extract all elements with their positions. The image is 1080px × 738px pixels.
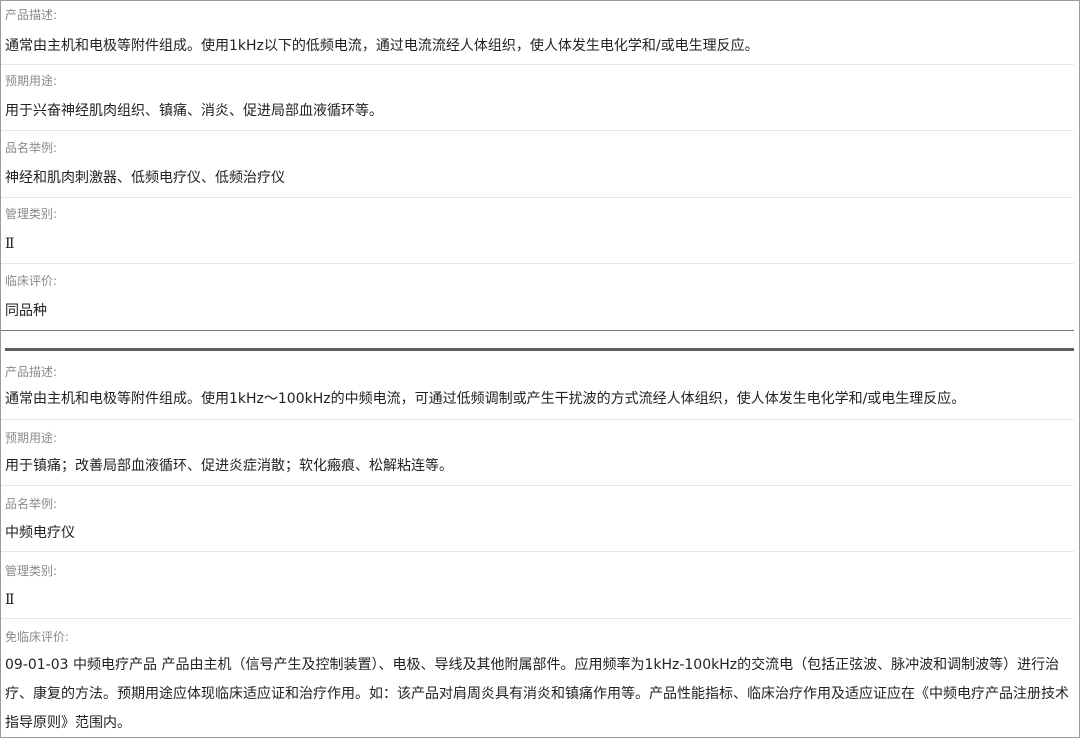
examples-label: 品名举例:	[5, 141, 58, 155]
examples-value: 中频电疗仪	[5, 525, 75, 541]
row-clinical-evaluation: 临床评价: 同品种	[1, 273, 1074, 331]
description-value: 通常由主机和电极等附件组成。使用1kHz～100kHz的中频电流，可通过低频调制…	[5, 391, 966, 407]
row-intended-use: 预期用途: 用于镇痛；改善局部血液循环、促进炎症消散；软化瘢痕、松解粘连等。	[1, 430, 1074, 486]
clinical-label: 临床评价:	[5, 274, 58, 288]
row-exempt-clinical-evaluation: 免临床评价: 09-01-03 中频电疗产品 产品由主机（信号产生及控制装置）、…	[1, 629, 1074, 737]
intended-use-value: 用于镇痛；改善局部血液循环、促进炎症消散；软化瘢痕、松解粘连等。	[5, 458, 453, 474]
class-value: Ⅱ	[5, 236, 15, 252]
examples-label: 品名举例:	[5, 497, 58, 511]
row-description: 产品描述: 通常由主机和电极等附件组成。使用1kHz以下的低频电流，通过电流流经…	[1, 7, 1074, 65]
description-value: 通常由主机和电极等附件组成。使用1kHz以下的低频电流，通过电流流经人体组织，使…	[5, 38, 759, 54]
clinical-value: 同品种	[5, 303, 47, 319]
description-label: 产品描述:	[5, 365, 58, 379]
exempt-clinical-value: 09-01-03 中频电疗产品 产品由主机（信号产生及控制装置）、电极、导线及其…	[5, 657, 1069, 731]
description-label: 产品描述:	[5, 8, 58, 22]
row-description: 产品描述: 通常由主机和电极等附件组成。使用1kHz～100kHz的中频电流，可…	[1, 364, 1074, 420]
row-management-class: 管理类别: Ⅱ	[1, 206, 1074, 264]
intended-use-label: 预期用途:	[5, 74, 58, 88]
device-classification-panel: 产品描述: 通常由主机和电极等附件组成。使用1kHz以下的低频电流，通过电流流经…	[0, 0, 1080, 738]
row-examples: 品名举例: 神经和肌肉刺激器、低频电疗仪、低频治疗仪	[1, 140, 1074, 198]
examples-value: 神经和肌肉刺激器、低频电疗仪、低频治疗仪	[5, 170, 285, 186]
exempt-clinical-label: 免临床评价:	[5, 630, 70, 644]
class-label: 管理类别:	[5, 564, 58, 578]
row-examples: 品名举例: 中频电疗仪	[1, 496, 1074, 552]
class-label: 管理类别:	[5, 207, 58, 221]
section-divider	[5, 348, 1074, 351]
intended-use-value: 用于兴奋神经肌肉组织、镇痛、消炎、促进局部血液循环等。	[5, 103, 383, 119]
intended-use-label: 预期用途:	[5, 431, 58, 445]
row-intended-use: 预期用途: 用于兴奋神经肌肉组织、镇痛、消炎、促进局部血液循环等。	[1, 73, 1074, 131]
class-value: Ⅱ	[5, 592, 15, 608]
row-management-class: 管理类别: Ⅱ	[1, 563, 1074, 619]
